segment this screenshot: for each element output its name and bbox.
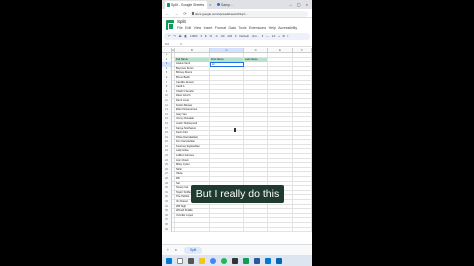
- cell[interactable]: [293, 227, 312, 233]
- grid-rows: 1 2 Full Name First Name Last Name 3 Ariana Ve…: [162, 53, 312, 233]
- cell[interactable]: [244, 227, 268, 233]
- app-icon[interactable]: [232, 257, 238, 264]
- excel-icon[interactable]: [243, 257, 249, 264]
- mouse-cursor: [234, 128, 236, 132]
- tab-favicon-icon: [216, 3, 220, 6]
- chrome-icon[interactable]: [210, 257, 216, 264]
- all-sheets-button[interactable]: ≡: [175, 245, 177, 255]
- browser-window: Split - Google Sheets × Samp... – ▢ × ← …: [162, 0, 312, 255]
- formula-bar: C3 fx: [162, 41, 312, 47]
- menu-edit[interactable]: Edit: [185, 26, 191, 30]
- table-row: 39: [162, 227, 312, 233]
- menu-tools[interactable]: Tools: [238, 26, 246, 30]
- menu-file[interactable]: File: [177, 26, 183, 30]
- menu-help[interactable]: Help: [269, 26, 276, 30]
- window-controls[interactable]: – ▢ ×: [289, 0, 310, 9]
- row-header[interactable]: 39: [162, 227, 172, 233]
- nav-buttons[interactable]: ← → ⟳: [165, 9, 189, 18]
- menu-bar: File Edit View Insert Format Data Tools …: [177, 26, 297, 30]
- sheet-tab-bar: + ≡ Split: [162, 244, 312, 255]
- cell[interactable]: [210, 227, 244, 233]
- task-view-icon[interactable]: [188, 257, 194, 264]
- search-icon[interactable]: [177, 257, 183, 264]
- tab-label: Split - Google Sheets: [171, 3, 205, 7]
- spreadsheet-grid: A B C D E F 1 2 Full Name First Name Last Na…: [162, 48, 312, 243]
- spotify-icon[interactable]: [221, 257, 227, 264]
- tab-close-icon[interactable]: ×: [209, 2, 211, 7]
- fx-icon: fx: [180, 42, 183, 46]
- sheets-favicon-icon: [166, 3, 170, 7]
- address-bar-row: ← → ⟳ docs.google.com/spreadsheets/d/1qC…: [162, 9, 312, 18]
- edge-icon[interactable]: [276, 257, 282, 264]
- menu-accessibility[interactable]: Accessibility: [278, 26, 297, 30]
- name-box[interactable]: C3: [165, 41, 169, 47]
- menu-extensions[interactable]: Extensions: [249, 26, 266, 30]
- cell[interactable]: [268, 227, 293, 233]
- menu-insert[interactable]: Insert: [204, 26, 213, 30]
- doc-title[interactable]: Split: [177, 19, 186, 24]
- sheets-header: Split File Edit View Insert Format Data …: [162, 18, 312, 33]
- url-text: docs.google.com/spreadsheets/d/1qC...: [195, 11, 248, 16]
- start-icon[interactable]: [166, 257, 172, 264]
- menu-format[interactable]: Format: [215, 26, 226, 30]
- formatting-toolbar[interactable]: ↶ ↷ 🖶 ◧ 100% ▾ $ % .0 .00 123 ▾ Default …: [164, 33, 310, 40]
- url-field[interactable]: docs.google.com/spreadsheets/d/1qC...: [190, 10, 308, 17]
- video-frame: Split - Google Sheets × Samp... – ▢ × ← …: [0, 0, 474, 266]
- cell[interactable]: [175, 227, 210, 233]
- sheets-logo-icon[interactable]: [166, 20, 174, 30]
- tab-second[interactable]: Samp...: [215, 1, 255, 9]
- windows-taskbar: [162, 255, 312, 266]
- menu-data[interactable]: Data: [228, 26, 235, 30]
- add-sheet-button[interactable]: +: [167, 245, 169, 255]
- video-caption: But I really do this: [191, 185, 284, 203]
- tab-label: Samp...: [221, 3, 234, 7]
- lock-icon: [191, 12, 194, 15]
- outlook-icon[interactable]: [265, 257, 271, 264]
- sheet-tab-split[interactable]: Split: [184, 247, 203, 254]
- browser-tab-bar: Split - Google Sheets × Samp... – ▢ ×: [162, 0, 312, 9]
- menu-view[interactable]: View: [194, 26, 202, 30]
- word-icon[interactable]: [254, 257, 260, 264]
- tab-split-sheets[interactable]: Split - Google Sheets: [165, 1, 207, 9]
- file-explorer-icon[interactable]: [199, 257, 205, 264]
